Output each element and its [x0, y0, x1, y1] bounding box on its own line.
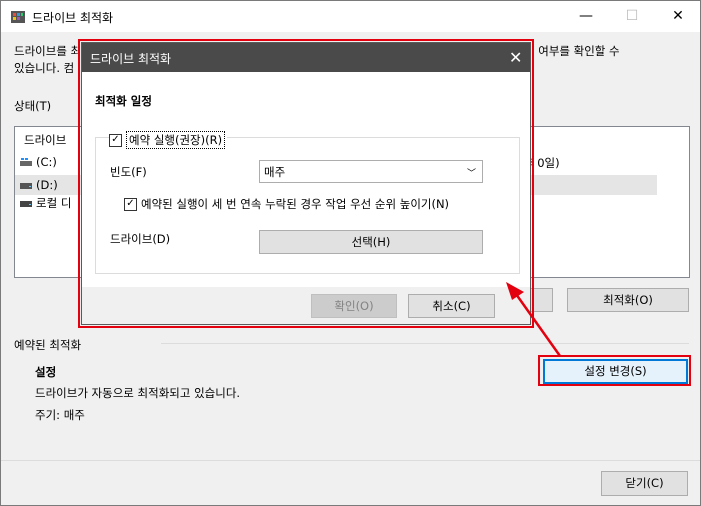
choose-drives-button[interactable]: 선택(H) — [259, 230, 483, 254]
frequency-value: 매주 — [264, 165, 286, 179]
close-button[interactable]: 닫기(C) — [601, 471, 688, 496]
frequency-text: 주기: 매주 — [35, 408, 85, 422]
ok-button[interactable]: 확인(O) — [311, 294, 397, 318]
description-line1: 드라이브를 최 — [14, 44, 82, 58]
checkbox-checked-icon[interactable]: ✓ — [109, 133, 122, 147]
local-drive-icon — [20, 201, 32, 207]
minimize-button[interactable]: — — [576, 7, 596, 25]
windows-drive-icon — [20, 158, 32, 166]
optimize-button[interactable]: 최적화(O) — [567, 288, 689, 312]
frequency-label: 빈도(F) — [110, 165, 147, 179]
defrag-app-icon — [11, 11, 25, 23]
drive-name: (D:) — [36, 178, 58, 192]
dialog-close-icon[interactable]: ✕ — [509, 48, 522, 67]
drive-name: (C:) — [36, 155, 57, 169]
scheduled-status: 드라이브가 자동으로 최적화되고 있습니다. — [35, 386, 241, 400]
run-scheduled-checkbox[interactable]: ✓ 예약 실행(권장)(R) — [109, 131, 228, 149]
maximize-button[interactable]: ☐ — [622, 7, 642, 25]
drive-row-c[interactable]: (C:) — [20, 155, 57, 169]
drive-row-local[interactable]: 로컬 디 — [20, 195, 71, 211]
chevron-down-icon: ﹀ — [466, 169, 476, 179]
title-bar: 드라이브 최적화 — ☐ ✕ — [1, 1, 700, 32]
drive-column-header[interactable]: 드라이브 — [24, 132, 66, 148]
dialog-body: 최적화 일정 ✓ 예약 실행(권장)(R) 빈도(F) 매주 ﹀ ✓ 예약된 실… — [82, 72, 530, 287]
cancel-button[interactable]: 취소(C) — [408, 294, 495, 318]
window-title: 드라이브 최적화 — [32, 11, 114, 25]
status-label: 상태(T) — [14, 99, 52, 113]
footer-divider — [1, 460, 700, 461]
checkbox-checked-icon[interactable]: ✓ — [124, 197, 137, 211]
close-window-button[interactable]: ✕ — [668, 7, 688, 25]
description-line1-right: 지 여부를 확인할 수 — [524, 44, 620, 58]
description-line2: 있습니다. 컴 — [14, 61, 75, 75]
dialog-title-bar: 드라이브 최적화 ✕ — [82, 43, 530, 72]
drive-name: 로컬 디 — [36, 196, 72, 210]
change-settings-highlight — [538, 355, 691, 386]
optimize-schedule-dialog: 드라이브 최적화 ✕ 최적화 일정 ✓ 예약 실행(권장)(R) 빈도(F) 매… — [81, 42, 531, 325]
schedule-heading: 최적화 일정 — [95, 94, 152, 108]
dialog-footer: 확인(O) 취소(C) — [82, 287, 530, 324]
increase-priority-label: 예약된 실행이 세 번 연속 누락된 경우 작업 우선 순위 높이기(N) — [141, 197, 450, 211]
dialog-title: 드라이브 최적화 — [90, 52, 172, 66]
run-scheduled-label: 예약 실행(권장)(R) — [126, 131, 226, 149]
setting-label: 설정 — [35, 365, 57, 379]
section-divider — [161, 343, 689, 344]
increase-priority-checkbox[interactable]: ✓ 예약된 실행이 세 번 연속 누락된 경우 작업 우선 순위 높이기(N) — [124, 196, 450, 212]
drives-label: 드라이브(D) — [110, 232, 171, 246]
hard-drive-icon — [20, 183, 32, 189]
scheduled-optimization-label: 예약된 최적화 — [14, 338, 82, 352]
frequency-select[interactable]: 매주 ﹀ — [259, 160, 483, 183]
